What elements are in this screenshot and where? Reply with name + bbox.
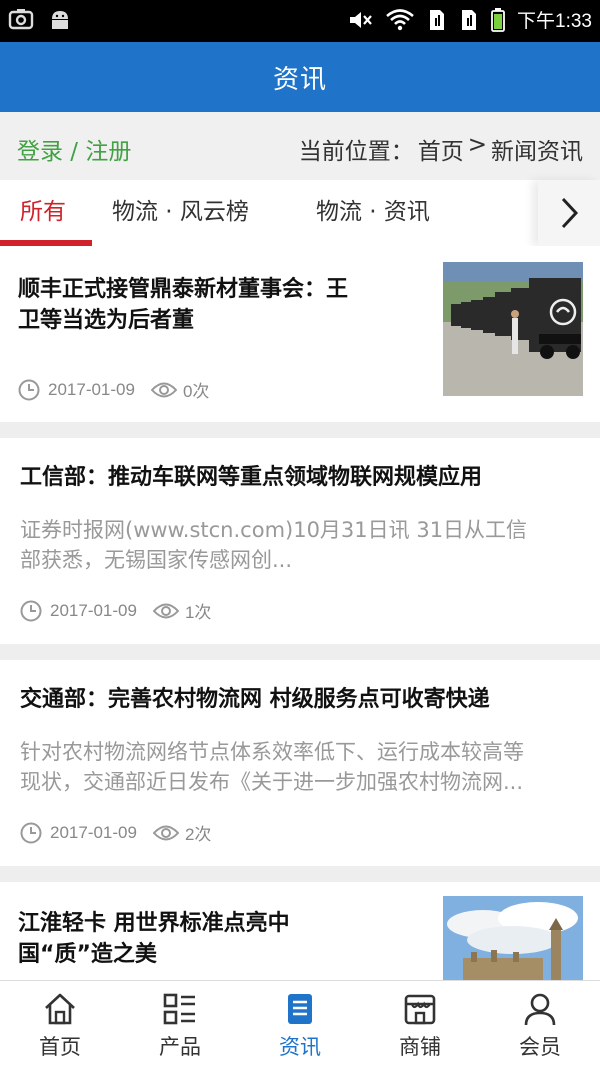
news-card[interactable]: 顺丰正式接管鼎泰新材董事会：王 卫等当选为后者董 2017-01-09 0次 [0,246,600,422]
sim-signal-2-icon [462,9,477,30]
nav-item-home[interactable]: 首页 [0,981,120,1067]
clock-icon [20,600,42,621]
nav-item-news[interactable]: 资讯 [240,981,360,1067]
location-bar: 登录 / 注册 当前位置： 首页 > 新闻资讯 [0,112,600,180]
clock-icon [20,822,42,843]
list-icon [163,993,195,1025]
news-card[interactable]: 工信部：推动车联网等重点领域物联网规模应用 证券时报网(www.stcn.com… [0,438,600,644]
chevron-right-icon [561,197,579,229]
news-meta: 2017-01-09 1次 [20,598,211,623]
screenshot-icon [8,9,34,30]
news-view-count: 0次 [182,382,210,401]
tabs-scroll-right-button[interactable] [538,180,600,246]
news-summary: 针对农村物流网络节点体系效率低下、运行成本较高等 现状，交通部近日发布《关于进一… [20,740,524,794]
nav-label-shop: 商铺 [399,1035,441,1059]
sim-signal-icon [430,9,445,30]
news-card[interactable]: 交通部：完善农村物流网 村级服务点可收寄快递 针对农村物流网络节点体系效率低下、… [0,660,600,866]
news-title[interactable]: 交通部：完善农村物流网 村级服务点可收寄快递 [20,684,580,715]
home-icon [45,993,75,1025]
news-thumbnail[interactable] [443,896,583,980]
mute-icon [350,11,372,28]
status-time: 下午1:33 [517,11,592,32]
nav-label-products: 产品 [159,1035,201,1059]
nav-label-news: 资讯 [279,1035,321,1059]
tab-all[interactable]: 所有 [20,180,66,246]
news-date: 2017-01-09 [48,379,135,399]
login-register-link[interactable]: 登录 / 注册 [17,132,131,166]
nav-item-shop[interactable]: 商铺 [360,981,480,1067]
battery-icon [491,7,505,32]
eye-icon [152,825,179,840]
shop-icon [404,994,436,1025]
news-date: 2017-01-09 [50,600,137,620]
user-icon [524,993,556,1026]
breadcrumb-current: 新闻资讯 [491,139,583,165]
wifi-icon [386,8,414,30]
news-meta: 2017-01-09 0次 [18,377,209,402]
news-meta: 2017-01-09 2次 [20,820,211,845]
nav-label-home: 首页 [39,1035,81,1059]
eye-icon [152,603,179,618]
nav-item-products[interactable]: 产品 [120,981,240,1067]
news-summary: 证券时报网(www.stcn.com)10月31日讯 31日从工信 部获悉，无锡… [20,518,528,572]
news-thumbnail[interactable] [443,262,583,396]
tab-logistics-news[interactable]: 物流 · 资讯 [316,180,430,246]
breadcrumb-home[interactable]: 首页 [418,132,464,166]
nav-item-member[interactable]: 会员 [480,981,600,1067]
eye-icon [150,382,177,397]
page-title: 资讯 [272,64,327,95]
breadcrumb-separator: > [467,132,487,158]
news-title[interactable]: 江淮轻卡 用世界标准点亮中 国“质”造之美 [18,908,428,970]
app-header: 资讯 [0,42,600,112]
clock-icon [18,379,40,400]
android-icon [52,11,68,29]
status-bar: 下午1:33 [0,0,600,42]
tab-logistics-ranking[interactable]: 物流 · 风云榜 [112,180,249,246]
news-view-count: 2次 [184,825,212,844]
breadcrumb: 当前位置： 首页 > 新闻资讯 [299,132,583,166]
news-icon [288,994,312,1024]
news-title[interactable]: 工信部：推动车联网等重点领域物联网规模应用 [20,462,580,493]
category-tabs: 所有 物流 · 风云榜 物流 · 资讯 [0,180,600,246]
bottom-navigation: 首页 产品 资讯 商铺 会员 [0,980,600,1067]
news-view-count: 1次 [184,603,212,622]
news-title[interactable]: 顺丰正式接管鼎泰新材董事会：王 卫等当选为后者董 [18,274,428,336]
news-card[interactable]: 江淮轻卡 用世界标准点亮中 国“质”造之美 [0,882,600,980]
breadcrumb-label: 当前位置： [298,139,414,165]
nav-label-member: 会员 [519,1035,561,1059]
news-date: 2017-01-09 [50,822,137,842]
